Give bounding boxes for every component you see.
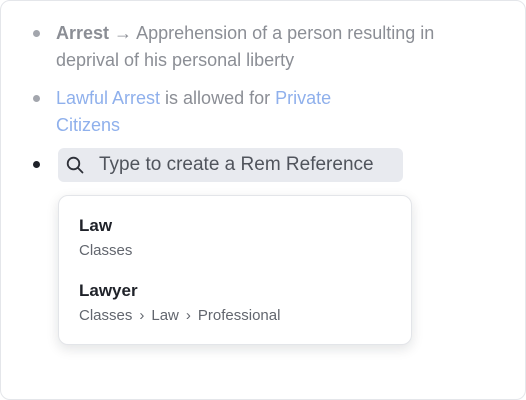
suggestion-title: Law: [79, 216, 113, 235]
suggestion-path: Classes › Law › Professional: [79, 306, 401, 326]
chevron-right-icon: ›: [185, 307, 191, 324]
bullet-dot[interactable]: [33, 95, 40, 102]
suggestion-title: Lawyer: [79, 281, 138, 300]
rem-term: Arrest: [56, 23, 110, 43]
path-segment: Classes: [79, 242, 133, 259]
bullet-text[interactable]: Arrest → Apprehension of a person result…: [56, 20, 496, 74]
suggestion-dropdown: Law Classes Lawyer Classes › Law › Professio…: [58, 195, 412, 345]
path-segment: Classes: [79, 307, 133, 324]
path-segment: Professional: [197, 307, 281, 324]
path-segment: Law: [151, 307, 179, 324]
rem-reference-lawful-arrest[interactable]: Lawful Arrest: [56, 88, 160, 108]
bullet-plain-text: is allowed for: [160, 88, 276, 108]
bullet-dot[interactable]: [33, 161, 40, 168]
search-input[interactable]: Type to create a Rem Reference: [99, 148, 374, 182]
rem-reference-search[interactable]: Type to create a Rem Reference: [58, 148, 403, 182]
arrow-icon: →: [114, 23, 133, 43]
document-panel: Arrest → Apprehension of a person result…: [0, 0, 526, 400]
suggestion-path: Classes: [79, 241, 401, 261]
bullet-dot[interactable]: [33, 30, 40, 37]
bullet-text[interactable]: Lawful Arrest is allowed for Private Cit…: [56, 85, 386, 139]
suggestion-item-lawyer[interactable]: Lawyer Classes › Law › Professional: [79, 280, 401, 326]
chevron-right-icon: ›: [139, 307, 145, 324]
rem-definition: Apprehension of a person resulting in de…: [56, 23, 435, 70]
search-icon: [66, 156, 84, 179]
suggestion-item-law[interactable]: Law Classes: [79, 215, 401, 261]
